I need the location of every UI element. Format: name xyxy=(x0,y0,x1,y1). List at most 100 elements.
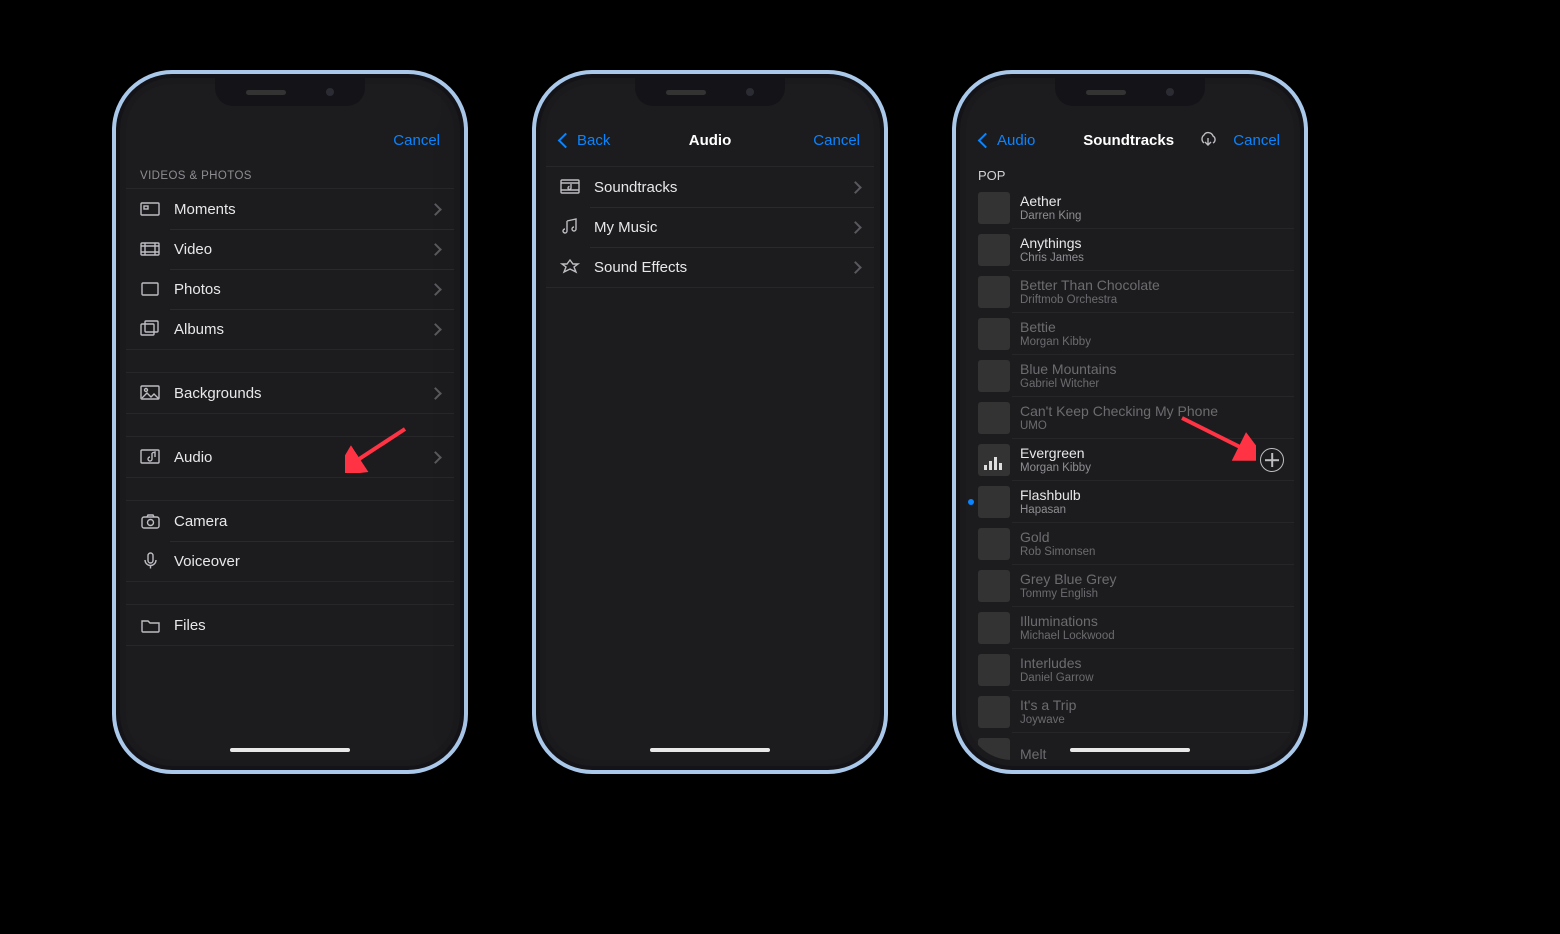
back-button[interactable]: Back xyxy=(560,132,640,149)
phone-frame-1: Cancel VIDEOS & PHOTOS Moments Video Photo… xyxy=(120,78,460,766)
album-art xyxy=(978,318,1010,350)
phone-notch xyxy=(215,78,365,106)
track-row[interactable]: InterludesDaniel Garrow xyxy=(966,649,1294,691)
track-row[interactable]: Grey Blue GreyTommy English xyxy=(966,565,1294,607)
row-label: Files xyxy=(174,617,440,634)
add-track-button[interactable] xyxy=(1260,448,1284,472)
chevron-left-icon xyxy=(558,132,574,148)
chevron-right-icon xyxy=(429,451,442,464)
cancel-button[interactable]: Cancel xyxy=(393,132,440,149)
row-mymusic[interactable]: My Music xyxy=(546,207,874,247)
row-soundeffects[interactable]: Sound Effects xyxy=(546,247,874,287)
albums-icon xyxy=(140,320,162,338)
row-backgrounds[interactable]: Backgrounds xyxy=(126,373,454,413)
album-art xyxy=(978,654,1010,686)
row-voiceover[interactable]: Voiceover xyxy=(126,541,454,581)
nav-bar: Cancel xyxy=(126,118,454,162)
track-row[interactable]: Blue MountainsGabriel Witcher xyxy=(966,355,1294,397)
home-indicator[interactable] xyxy=(1070,748,1190,752)
phone-frame-3: Audio Soundtracks Cancel POP AetherDarre… xyxy=(960,78,1300,766)
track-artist: Morgan Kibby xyxy=(1020,336,1284,350)
row-files[interactable]: Files xyxy=(126,605,454,645)
track-name: Interludes xyxy=(1020,655,1284,672)
files-icon xyxy=(140,616,162,634)
row-label: Voiceover xyxy=(174,553,440,570)
row-label: Moments xyxy=(174,201,431,218)
screen-soundtracks: Audio Soundtracks Cancel POP AetherDarre… xyxy=(966,84,1294,760)
track-row[interactable]: EvergreenMorgan Kibby xyxy=(966,439,1294,481)
audio-icon xyxy=(140,448,162,466)
video-icon xyxy=(140,240,162,258)
track-artist: Rob Simonsen xyxy=(1020,546,1284,560)
row-moments[interactable]: Moments xyxy=(126,189,454,229)
track-row[interactable]: AnythingsChris James xyxy=(966,229,1294,271)
row-label: Video xyxy=(174,241,431,258)
track-artist: Michael Lockwood xyxy=(1020,630,1284,644)
chevron-right-icon xyxy=(849,261,862,274)
row-label: Camera xyxy=(174,513,440,530)
cancel-button[interactable]: Cancel xyxy=(1233,132,1280,149)
row-label: My Music xyxy=(594,219,851,236)
track-name: Gold xyxy=(1020,529,1284,546)
camera-icon xyxy=(140,512,162,530)
photos-icon xyxy=(140,280,162,298)
album-art xyxy=(978,612,1010,644)
chevron-right-icon xyxy=(429,283,442,296)
track-row[interactable]: Melt xyxy=(966,733,1294,760)
track-artist: Hapasan xyxy=(1020,504,1284,518)
back-label: Back xyxy=(577,132,610,149)
track-name: Aether xyxy=(1020,193,1284,210)
track-row[interactable]: Can't Keep Checking My PhoneUMO xyxy=(966,397,1294,439)
track-artist: Morgan Kibby xyxy=(1020,462,1254,476)
track-artist: Joywave xyxy=(1020,714,1284,728)
home-indicator[interactable] xyxy=(230,748,350,752)
track-row[interactable]: AetherDarren King xyxy=(966,187,1294,229)
track-row[interactable]: GoldRob Simonsen xyxy=(966,523,1294,565)
back-button[interactable]: Audio xyxy=(980,132,1060,149)
row-label: Soundtracks xyxy=(594,179,851,196)
track-name: Evergreen xyxy=(1020,445,1254,462)
nav-title: Soundtracks xyxy=(1083,132,1174,149)
back-label: Audio xyxy=(997,132,1035,149)
section-header-videos-photos: VIDEOS & PHOTOS xyxy=(126,162,454,188)
album-art xyxy=(978,528,1010,560)
cancel-button[interactable]: Cancel xyxy=(813,132,860,149)
track-name: Better Than Chocolate xyxy=(1020,277,1284,294)
track-row[interactable]: It's a TripJoywave xyxy=(966,691,1294,733)
row-audio[interactable]: Audio xyxy=(126,437,454,477)
track-row[interactable]: Better Than ChocolateDriftmob Orchestra xyxy=(966,271,1294,313)
track-name: Blue Mountains xyxy=(1020,361,1284,378)
screen-media-picker: Cancel VIDEOS & PHOTOS Moments Video Photo… xyxy=(126,84,454,760)
track-name: Anythings xyxy=(1020,235,1284,252)
phone-frame-2: Back Audio Cancel Soundtracks My Music Sou… xyxy=(540,78,880,766)
album-art xyxy=(978,234,1010,266)
track-row[interactable]: BettieMorgan Kibby xyxy=(966,313,1294,355)
track-name: Can't Keep Checking My Phone xyxy=(1020,403,1284,420)
track-name: Bettie xyxy=(1020,319,1284,336)
track-row[interactable]: IlluminationsMichael Lockwood xyxy=(966,607,1294,649)
album-art xyxy=(978,276,1010,308)
track-row[interactable]: FlashbulbHapasan xyxy=(966,481,1294,523)
row-label: Albums xyxy=(174,321,431,338)
nav-bar: Back Audio Cancel xyxy=(546,118,874,162)
home-indicator[interactable] xyxy=(650,748,770,752)
row-photos[interactable]: Photos xyxy=(126,269,454,309)
chevron-right-icon xyxy=(429,387,442,400)
row-soundtracks[interactable]: Soundtracks xyxy=(546,167,874,207)
row-camera[interactable]: Camera xyxy=(126,501,454,541)
row-video[interactable]: Video xyxy=(126,229,454,269)
download-cloud-icon[interactable] xyxy=(1197,131,1219,149)
album-art xyxy=(978,402,1010,434)
track-artist: Driftmob Orchestra xyxy=(1020,294,1284,308)
chevron-left-icon xyxy=(978,132,994,148)
album-art xyxy=(978,486,1010,518)
row-albums[interactable]: Albums xyxy=(126,309,454,349)
album-art xyxy=(978,192,1010,224)
row-label: Audio xyxy=(174,449,431,466)
nav-title: Audio xyxy=(689,132,732,149)
voiceover-icon xyxy=(140,552,162,570)
track-name: It's a Trip xyxy=(1020,697,1284,714)
chevron-right-icon xyxy=(429,203,442,216)
track-artist: Chris James xyxy=(1020,252,1284,266)
track-artist: UMO xyxy=(1020,420,1284,434)
